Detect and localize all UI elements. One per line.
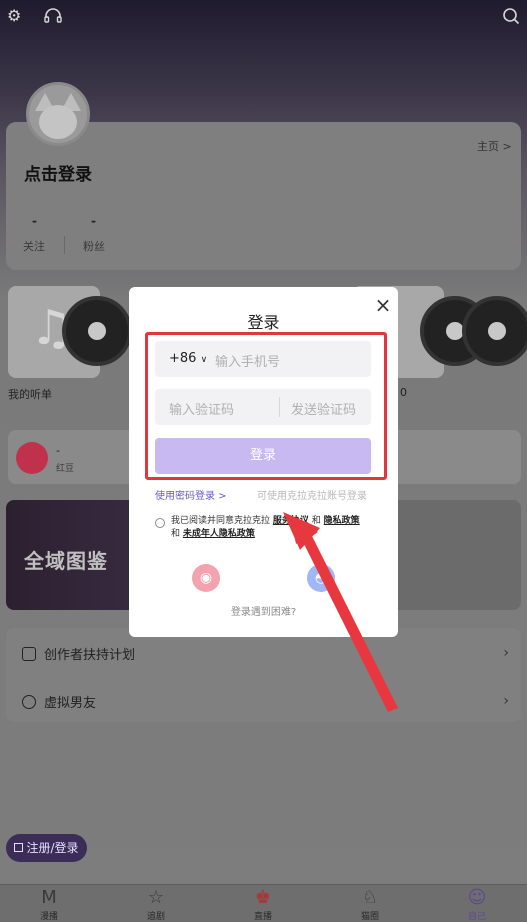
annotation-arrow <box>283 512 398 712</box>
